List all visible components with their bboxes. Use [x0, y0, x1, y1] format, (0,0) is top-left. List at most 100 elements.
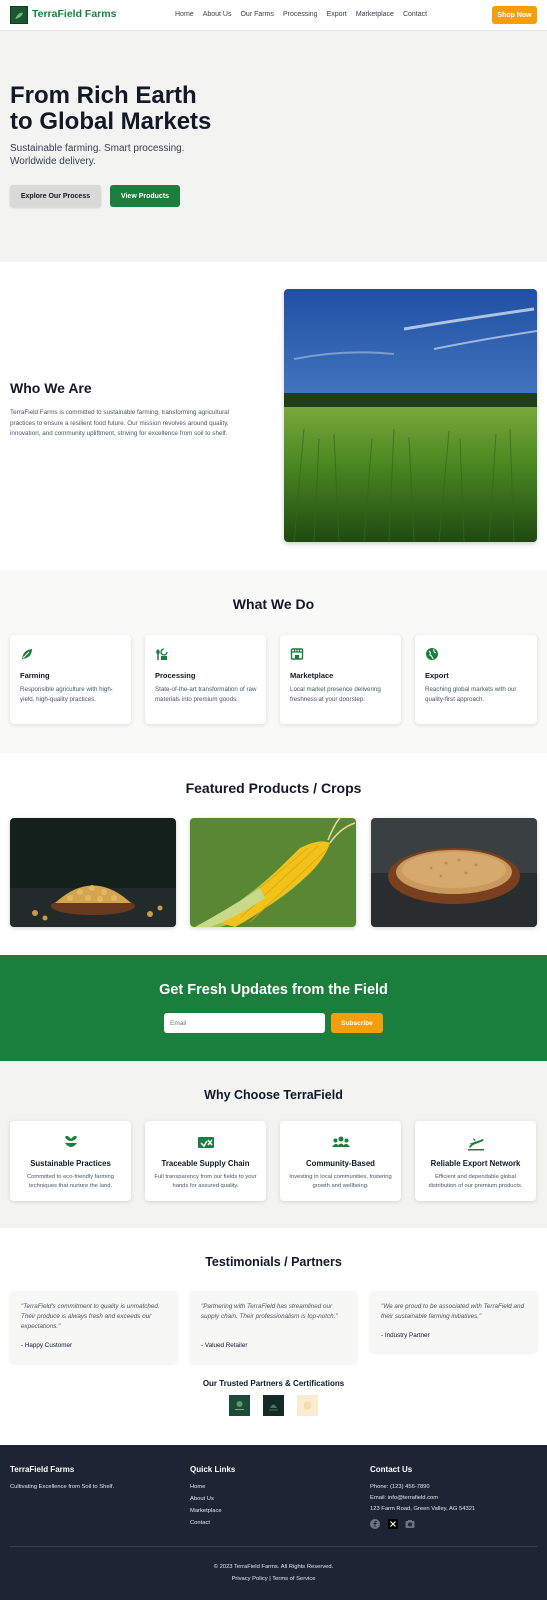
nav-home[interactable]: Home	[175, 11, 194, 18]
nav-export[interactable]: Export	[327, 11, 347, 18]
footer-divider	[10, 1546, 537, 1547]
service-title: Export	[425, 671, 449, 680]
product-card-soybeans[interactable]	[10, 818, 176, 927]
testimonial-card: "Partnering with TerraField has streamli…	[190, 1291, 357, 1363]
x-twitter-icon[interactable]	[388, 1519, 398, 1529]
hero-title: From Rich Earth to Global Markets	[10, 83, 211, 135]
nav-farms[interactable]: Our Farms	[240, 11, 273, 18]
newsletter-section: Get Fresh Updates from the Field Subscri…	[0, 955, 547, 1061]
featured-title: Featured Products / Crops	[185, 780, 362, 796]
why-card-community: Community-Based Investing in local commu…	[280, 1121, 401, 1201]
testimonial-card: "We are proud to be associated with Terr…	[370, 1291, 537, 1352]
services-section: What We Do Farming Responsible agricultu…	[0, 570, 547, 753]
why-card-title: Reliable Export Network	[430, 1159, 521, 1168]
about-body: TerraField Farms is committed to sustain…	[10, 409, 230, 437]
footer-tagline: Cultivating Excellence from Soil to Shel…	[10, 1484, 115, 1490]
product-card-corn[interactable]	[190, 818, 356, 927]
crop-processing-icon	[156, 648, 168, 660]
service-card-processing[interactable]: Processing State-of-the-art transformati…	[145, 635, 266, 724]
testimonial-author: - Valued Retailer	[201, 1342, 248, 1349]
why-card-desc: Investing in local communities, fosterin…	[289, 1174, 392, 1189]
sprout-icon	[65, 1135, 77, 1147]
contact-title: Contact Us	[370, 1465, 413, 1474]
services-title: What We Do	[232, 596, 315, 612]
service-desc: Reaching global markets with our quality…	[425, 686, 517, 703]
why-card-desc: Full transparency from our fields to you…	[154, 1174, 257, 1189]
footer-link-contact[interactable]: Contact	[190, 1520, 210, 1526]
partner-logo	[229, 1395, 250, 1416]
service-desc: Responsible agriculture with high-yield,…	[20, 686, 113, 703]
service-card-farming[interactable]: Farming Responsible agriculture with hig…	[10, 635, 131, 724]
nav-processing[interactable]: Processing	[283, 11, 318, 18]
grain-bowl-image	[371, 818, 537, 927]
view-products-button[interactable]: View Products	[110, 185, 180, 207]
about-section: Who We Are TerraField Farms is committed…	[0, 262, 547, 570]
logo-icon[interactable]	[10, 6, 28, 24]
wheat-field-image	[284, 289, 537, 542]
why-card-title: Community-Based	[306, 1159, 375, 1168]
leaf-icon	[22, 649, 32, 659]
hero-title-line2: to Global Markets	[10, 108, 212, 135]
shop-now-button[interactable]: Shop Now	[492, 6, 537, 24]
service-card-marketplace[interactable]: Marketplace Local market presence delive…	[280, 635, 401, 724]
nav-about[interactable]: About Us	[203, 11, 232, 18]
community-icon	[332, 1136, 350, 1147]
hero-subtitle-line1: Sustainable farming. Smart processing.	[10, 143, 185, 154]
soybean-bowl-image	[10, 818, 176, 927]
footer-brand: TerraField Farms	[10, 1465, 75, 1474]
partner-logo	[263, 1395, 284, 1416]
partners-title: Our Trusted Partners & Certifications	[202, 1379, 345, 1388]
testimonial-author: - Industry Partner	[381, 1332, 430, 1339]
featured-section: Featured Products / Crops	[0, 753, 547, 955]
service-title: Marketplace	[290, 671, 334, 680]
airplane-icon	[468, 1138, 484, 1151]
legal-links[interactable]: Privacy Policy | Terms of Service	[0, 1576, 547, 1582]
why-title: Why Choose TerraField	[204, 1088, 343, 1102]
facebook-icon[interactable]	[370, 1519, 380, 1529]
hero-title-line1: From Rich Earth	[10, 82, 197, 109]
why-card-export: Reliable Export Network Efficient and de…	[415, 1121, 536, 1201]
service-title: Processing	[155, 671, 196, 680]
service-desc: State-of-the-art transformation of raw m…	[155, 686, 257, 703]
footer-link-marketplace[interactable]: Marketplace	[190, 1508, 222, 1514]
footer-link-home[interactable]: Home	[190, 1484, 205, 1490]
service-title: Farming	[20, 671, 50, 680]
why-card-title: Sustainable Practices	[30, 1159, 111, 1168]
site-footer: TerraField Farms Cultivating Excellence …	[0, 1445, 547, 1600]
testimonial-quote: "TerraField's commitment to quality is u…	[21, 1303, 160, 1330]
contact-phone: Phone: (123) 456-7890	[370, 1484, 430, 1490]
hero-subtitle-line2: Worldwide delivery.	[10, 156, 96, 167]
nav-contact[interactable]: Contact	[403, 11, 427, 18]
testimonial-quote: "Partnering with TerraField has streamli…	[201, 1303, 338, 1320]
brand-name[interactable]: TerraField Farms	[32, 8, 116, 20]
testimonial-quote: "We are proud to be associated with Terr…	[381, 1303, 524, 1320]
explore-process-button[interactable]: Explore Our Process	[10, 185, 101, 207]
service-desc: Local market presence delivering freshne…	[290, 686, 381, 703]
globe-icon	[426, 648, 438, 660]
why-card-sustainable: Sustainable Practices Committed to eco-f…	[10, 1121, 131, 1201]
storefront-icon	[290, 648, 304, 660]
hero-section: From Rich Earth to Global Markets Sustai…	[0, 31, 547, 262]
why-card-desc: Committed to eco-friendly farming techni…	[27, 1174, 114, 1189]
why-card-title: Traceable Supply Chain	[161, 1159, 250, 1168]
site-header: TerraField Farms Home About Us Our Farms…	[0, 0, 547, 31]
main-nav: Home About Us Our Farms Processing Expor…	[175, 11, 436, 18]
testimonials-section: Testimonials / Partners "TerraField's co…	[0, 1228, 547, 1445]
why-choose-section: Why Choose TerraField Sustainable Practi…	[0, 1061, 547, 1228]
testimonial-author: - Happy Customer	[21, 1342, 73, 1349]
footer-link-about[interactable]: About Us	[190, 1496, 214, 1502]
why-card-traceable: Traceable Supply Chain Full transparency…	[145, 1121, 266, 1201]
contact-email[interactable]: Email: info@terrafield.com	[370, 1495, 438, 1501]
why-card-desc: Efficient and dependable global distribu…	[428, 1174, 523, 1189]
traceable-truck-icon	[198, 1137, 214, 1148]
contact-address: 123 Farm Road, Green Valley, AG 54321	[370, 1506, 476, 1512]
email-input[interactable]	[164, 1013, 325, 1033]
camera-icon[interactable]	[405, 1519, 415, 1529]
copyright: © 2023 TerraField Farms. All Rights Rese…	[213, 1564, 334, 1570]
quick-links-title: Quick Links	[190, 1465, 236, 1474]
product-card-grains[interactable]	[371, 818, 537, 927]
service-card-export[interactable]: Export Reaching global markets with our …	[415, 635, 537, 724]
subscribe-button[interactable]: Subscribe	[331, 1013, 383, 1033]
nav-marketplace[interactable]: Marketplace	[356, 11, 394, 18]
about-title: Who We Are	[10, 380, 92, 396]
